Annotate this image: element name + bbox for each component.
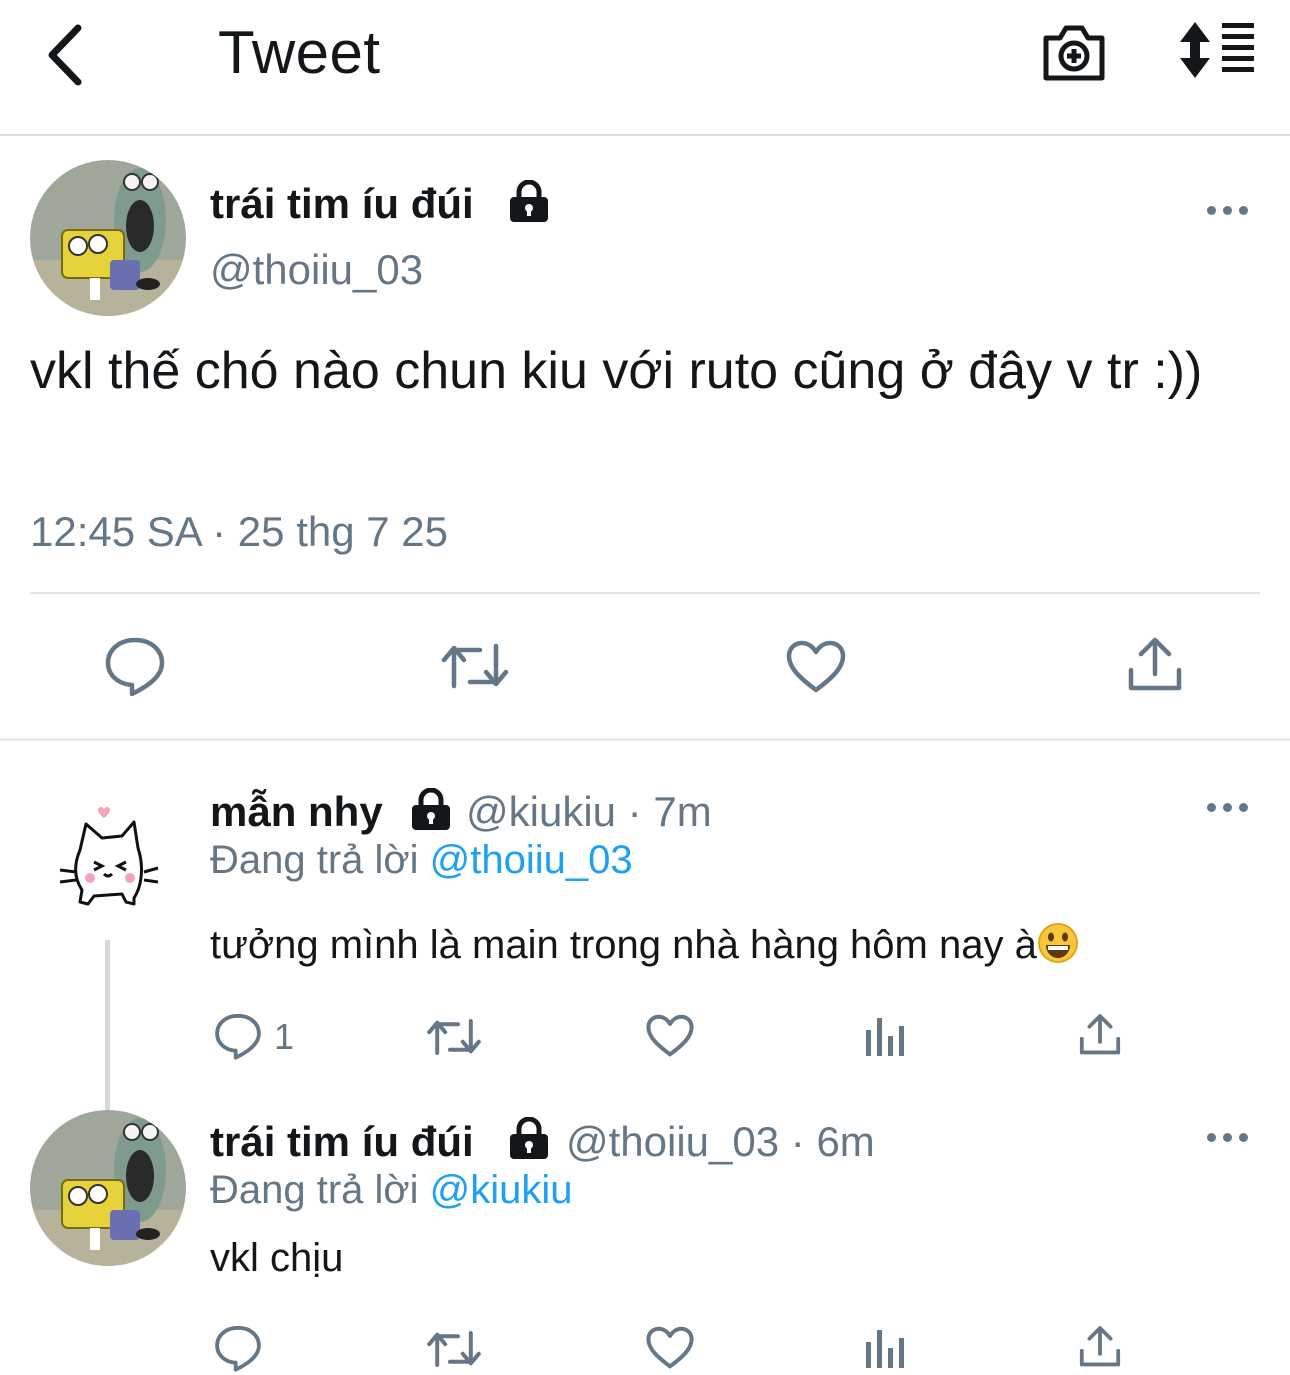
analytics-button[interactable]: [864, 1326, 906, 1370]
reply-avatar[interactable]: [30, 790, 186, 946]
camera-plus-icon: [1043, 25, 1105, 81]
retweet-button[interactable]: [440, 640, 510, 692]
share-button[interactable]: [1126, 636, 1184, 694]
divider: [30, 592, 1260, 594]
like-icon: [646, 1014, 694, 1057]
reply-author-name[interactable]: trái tim íu đúi: [210, 1118, 474, 1166]
replying-to: Đang trả lời @thoiiu_03: [210, 838, 633, 883]
reply-icon: [215, 1325, 261, 1372]
share-button[interactable]: [1078, 1324, 1122, 1370]
more-options-button[interactable]: [1205, 1127, 1253, 1147]
reply-button[interactable]: [104, 636, 166, 696]
tweet-timestamp: 12:45 SA · 25 thg 7 25: [30, 508, 448, 555]
camera-button[interactable]: [1040, 20, 1108, 84]
author-name[interactable]: trái tim íu đúi: [210, 180, 474, 228]
cat-avatar-image: [30, 790, 186, 946]
replying-label: Đang trả lời: [210, 1168, 419, 1212]
top-bar: Tweet: [0, 0, 1290, 136]
reply-text: vkl chịu: [210, 1236, 344, 1280]
reply-button[interactable]: [214, 1324, 262, 1372]
thread-connector: [105, 940, 110, 1110]
avatar[interactable]: [30, 160, 186, 316]
reply-count: 1: [274, 1016, 295, 1057]
reply-text: tưởng mình là main trong nhà hàng hôm na…: [210, 922, 1079, 968]
retweet-icon: [441, 643, 509, 689]
more-options-button[interactable]: [1205, 200, 1253, 220]
reply-icon: [215, 1013, 261, 1060]
share-icon: [1128, 637, 1182, 691]
like-icon: [646, 1326, 694, 1369]
reply-author-name[interactable]: mẫn nhy: [210, 788, 383, 836]
reply-avatar[interactable]: [30, 1110, 186, 1266]
share-button[interactable]: [1078, 1012, 1122, 1058]
reply-button[interactable]: [214, 1012, 262, 1060]
grinning-face-emoji: [1037, 923, 1078, 963]
author-handle[interactable]: @thoiiu_03: [210, 246, 423, 294]
back-button[interactable]: [40, 20, 100, 90]
sort-icon: [1180, 22, 1254, 78]
lock-icon: [510, 1117, 548, 1159]
tweet-text: vkl thế chó nào chun kiu với ruto cũng ở…: [30, 342, 1203, 400]
like-button[interactable]: [646, 1326, 694, 1370]
retweet-button[interactable]: [426, 1328, 482, 1370]
more-options-button[interactable]: [1205, 797, 1253, 817]
replying-label: Đang trả lời: [210, 838, 419, 882]
lock-icon: [510, 180, 548, 222]
page-title: Tweet: [218, 19, 381, 86]
mention-link[interactable]: @kiukiu: [430, 1168, 573, 1212]
retweet-icon: [427, 1331, 481, 1367]
analytics-icon: [866, 1018, 904, 1056]
like-button[interactable]: [646, 1014, 694, 1058]
back-arrow-icon: [48, 24, 82, 86]
sort-button[interactable]: [1178, 20, 1258, 80]
reply-meta: @kiukiu · 7m: [466, 788, 712, 835]
share-icon: [1079, 1014, 1121, 1055]
replying-to: Đang trả lời @kiukiu: [210, 1168, 573, 1213]
section-divider: [0, 738, 1290, 741]
like-icon: [786, 640, 846, 693]
lock-icon: [412, 788, 450, 830]
reply-icon: [105, 637, 165, 696]
analytics-button[interactable]: [864, 1014, 906, 1058]
spongebob-avatar-image: [30, 160, 186, 316]
analytics-icon: [866, 1330, 904, 1368]
spongebob-avatar-image: [30, 1110, 186, 1266]
mention-link[interactable]: @thoiiu_03: [430, 838, 633, 882]
retweet-icon: [427, 1019, 481, 1055]
share-icon: [1079, 1326, 1121, 1367]
like-button[interactable]: [786, 640, 846, 694]
retweet-button[interactable]: [426, 1016, 482, 1058]
reply-text-content: tưởng mình là main trong nhà hàng hôm na…: [210, 923, 1037, 967]
reply-meta: @thoiiu_03 · 6m: [566, 1118, 875, 1165]
